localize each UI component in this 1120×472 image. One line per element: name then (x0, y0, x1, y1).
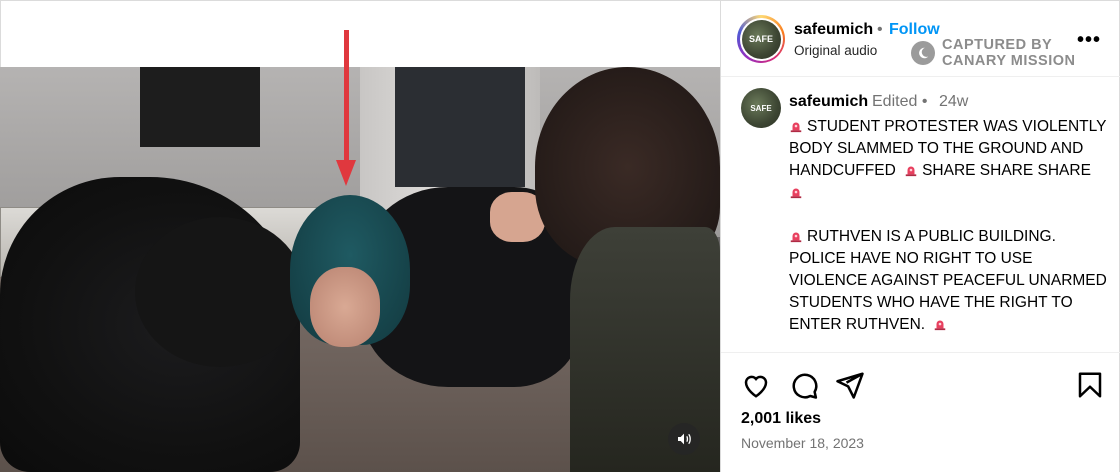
watermark: CAPTURED BY CANARY MISSION (942, 37, 1076, 69)
annotation-arrow-head (336, 160, 356, 186)
header-username[interactable]: safeumich (794, 21, 873, 39)
video-player[interactable] (0, 67, 720, 472)
media-letterbox (0, 0, 720, 67)
caption-line-2: RUTHVEN IS A PUBLIC BUILDING. POLICE HAV… (789, 228, 1107, 333)
caption-username[interactable]: safeumich (789, 93, 868, 111)
post-side-panel: SAFE safeumich • Follow Original audio C… (720, 0, 1120, 472)
caption-avatar[interactable]: SAFE (741, 88, 781, 128)
avatar[interactable]: SAFE (741, 19, 781, 59)
audio-link[interactable]: Original audio (794, 43, 877, 58)
moon-icon (911, 41, 935, 65)
story-ring[interactable]: SAFE (737, 15, 785, 63)
siren-emoji-icon (935, 320, 946, 331)
separator-dot: • (877, 21, 883, 38)
annotation-arrow (344, 30, 349, 165)
more-options-button[interactable]: ••• (1077, 29, 1101, 52)
edited-label: Edited • (872, 93, 928, 110)
follow-button[interactable]: Follow (889, 21, 940, 39)
media-panel (0, 0, 720, 472)
bookmark-icon[interactable] (1075, 370, 1105, 400)
caption-paragraph: STUDENT PROTESTER WAS VIOLENTLY BODY SLA… (789, 116, 1109, 204)
caption-area: SAFE safeumich Edited • 24w STUDENT PROT… (721, 78, 1120, 353)
heart-icon[interactable] (741, 370, 771, 400)
siren-emoji-icon (905, 166, 917, 177)
action-bar (721, 366, 1120, 406)
comment-icon[interactable] (789, 370, 819, 400)
share-icon[interactable] (835, 370, 865, 400)
watermark-line1: CAPTURED BY (942, 37, 1053, 53)
speaker-icon (678, 433, 691, 445)
caption-text: STUDENT PROTESTER WAS VIOLENTLY BODY SLA… (789, 116, 1109, 336)
siren-emoji-icon (790, 232, 802, 243)
siren-emoji-icon (790, 122, 802, 133)
watermark-line2: CANARY MISSION (942, 53, 1076, 69)
mute-button[interactable] (668, 423, 700, 455)
post-header: SAFE safeumich • Follow Original audio C… (721, 1, 1120, 77)
post-date[interactable]: November 18, 2023 (741, 435, 864, 451)
caption-line-1b: SHARE SHARE SHARE (922, 162, 1091, 179)
post-age[interactable]: 24w (939, 93, 968, 111)
likes-count[interactable]: 2,001 likes (741, 410, 821, 428)
siren-emoji-icon (790, 188, 802, 199)
caption-paragraph: RUTHVEN IS A PUBLIC BUILDING. POLICE HAV… (789, 226, 1109, 336)
